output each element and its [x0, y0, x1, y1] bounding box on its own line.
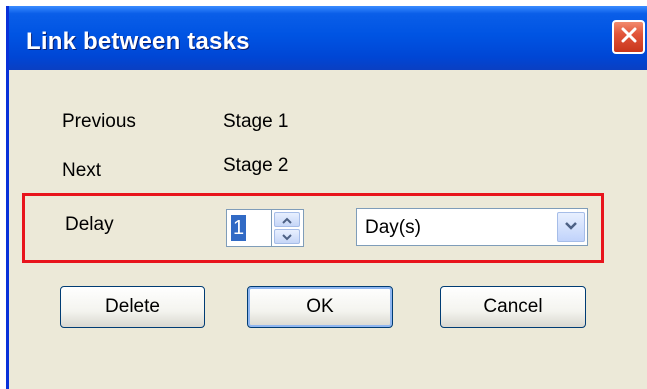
- delay-label: Delay: [65, 214, 114, 235]
- delay-unit-value: Day(s): [365, 217, 421, 238]
- chevron-down-icon: [564, 218, 578, 236]
- previous-label: Previous: [62, 111, 136, 132]
- next-label: Next: [62, 160, 102, 181]
- close-icon: [619, 25, 639, 50]
- delay-unit-select[interactable]: Day(s): [356, 208, 588, 246]
- chevron-up-icon: [282, 211, 292, 229]
- title-bar[interactable]: Link between tasks: [9, 6, 647, 70]
- chevron-down-icon: [282, 228, 292, 246]
- previous-value: Stage 1: [223, 111, 289, 132]
- close-button[interactable]: [612, 20, 645, 54]
- delete-button[interactable]: Delete: [60, 286, 205, 328]
- delay-input[interactable]: 1: [226, 209, 272, 247]
- cancel-button[interactable]: Cancel: [440, 286, 586, 328]
- next-value: Stage 2: [223, 155, 289, 176]
- spin-down-button[interactable]: [274, 229, 300, 244]
- delay-spinner: [272, 209, 304, 247]
- spin-up-button[interactable]: [274, 212, 300, 227]
- delay-value: 1: [231, 215, 247, 241]
- dropdown-button[interactable]: [557, 212, 585, 242]
- dialog-title: Link between tasks: [26, 28, 250, 55]
- ok-button[interactable]: OK: [247, 286, 393, 328]
